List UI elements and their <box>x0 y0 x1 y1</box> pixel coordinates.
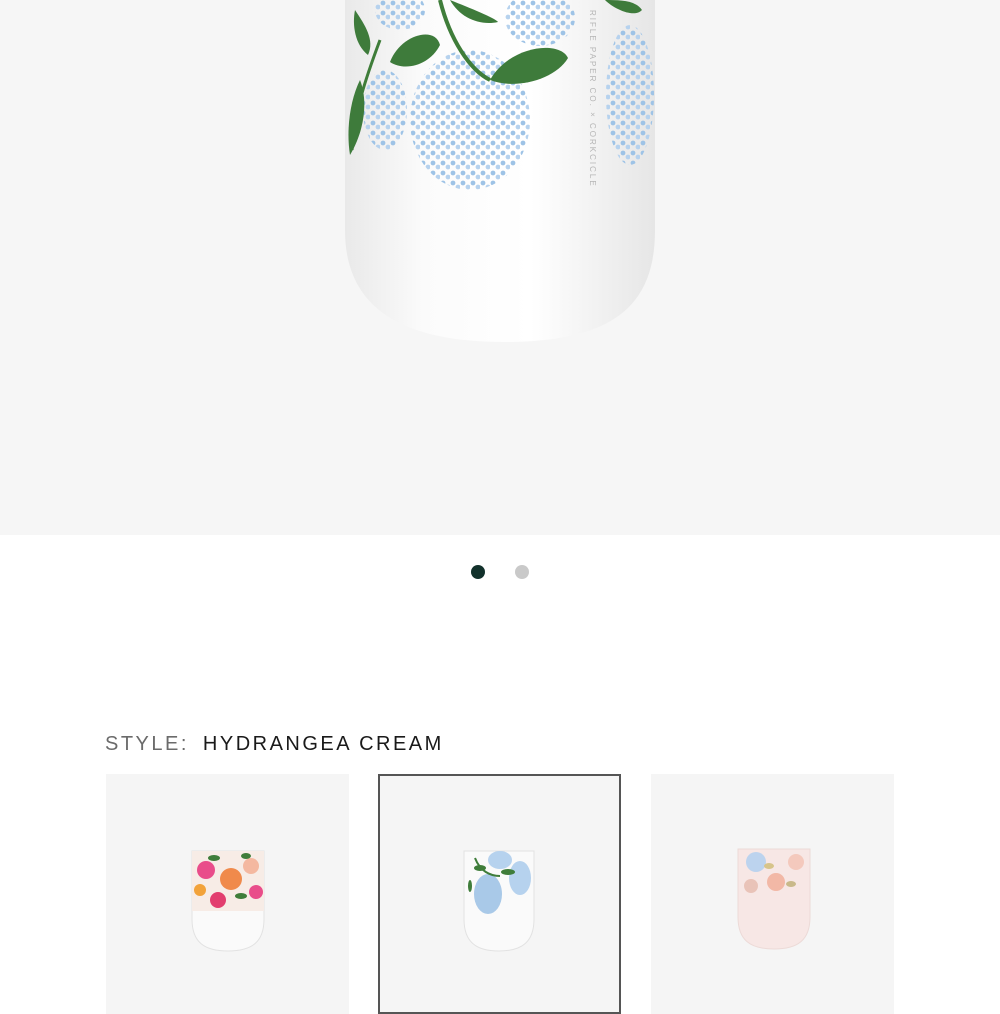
hydrangea-cream-tumbler-thumbnail <box>463 850 535 952</box>
carousel-dot-2[interactable] <box>515 565 529 579</box>
carousel-indicators <box>0 565 1000 581</box>
brand-imprint: RIFLE PAPER CO. × CORKCICLE <box>588 10 597 188</box>
blush-floral-tumbler-thumbnail <box>737 848 811 950</box>
carousel-dot-1-active[interactable] <box>471 565 485 579</box>
tumbler-illustration: RIFLE PAPER CO. × CORKCICLE <box>345 0 655 342</box>
hydrangea-flower <box>606 25 654 165</box>
garden-party-tumbler-thumbnail <box>191 850 265 952</box>
style-option-garden-party[interactable] <box>106 774 349 1014</box>
style-label: STYLE: <box>105 733 189 755</box>
style-option-hydrangea-cream-selected[interactable] <box>378 774 621 1014</box>
style-option-blush-floral[interactable] <box>651 774 894 1014</box>
selected-style-name: HYDRANGEA CREAM <box>202 733 444 755</box>
style-selector-header: STYLE: HYDRANGEA CREAM <box>105 733 444 757</box>
product-image: RIFLE PAPER CO. × CORKCICLE <box>0 0 1000 535</box>
hydrangea-flower <box>363 70 407 150</box>
